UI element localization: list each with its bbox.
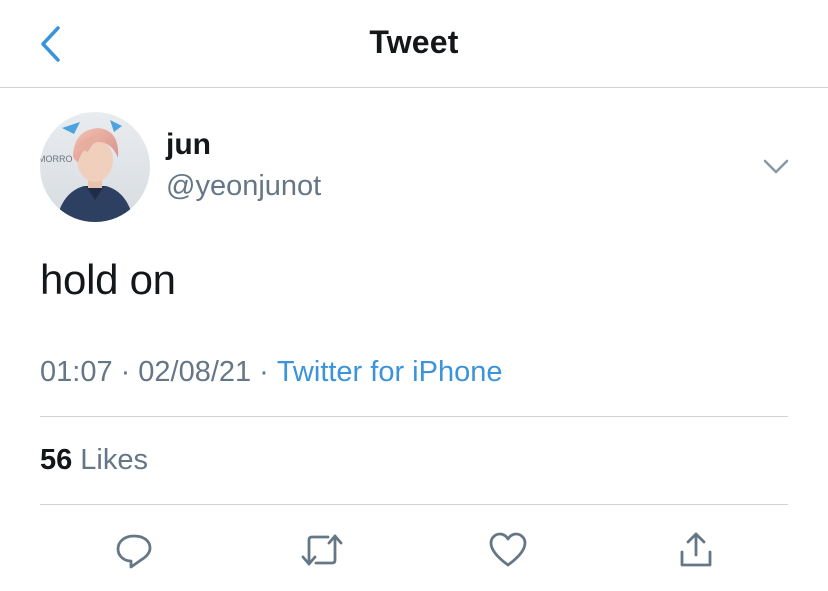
like-icon — [489, 532, 527, 567]
more-options-button[interactable] — [752, 150, 800, 184]
author-name[interactable]: jun — [166, 128, 211, 162]
retweet-icon — [301, 534, 343, 566]
author-handle[interactable]: @yeonjunot — [166, 170, 321, 203]
tweet-date: 02/08/21 — [138, 356, 252, 388]
metadata-separator: · — [120, 356, 131, 388]
tweet-source-link[interactable]: Twitter for iPhone — [277, 356, 503, 388]
page-title: Tweet — [369, 24, 459, 60]
reply-button[interactable] — [110, 526, 158, 574]
top-navigation-bar: Tweet — [0, 0, 828, 88]
chevron-down-icon — [763, 159, 789, 174]
likes-label: Likes — [80, 444, 148, 476]
like-button[interactable] — [484, 526, 532, 574]
share-button[interactable] — [672, 526, 720, 574]
likes-count-link[interactable]: 56 Likes — [40, 444, 148, 477]
avatar[interactable]: MORRO — [40, 112, 150, 222]
avatar-logo-text: MORRO — [40, 154, 73, 164]
retweet-button[interactable] — [298, 526, 346, 574]
tweet-time: 01:07 — [40, 356, 113, 388]
share-icon — [680, 532, 712, 567]
divider — [40, 416, 788, 417]
likes-count: 56 — [40, 444, 73, 476]
avatar-image: MORRO — [40, 112, 150, 222]
metadata-separator: · — [259, 356, 269, 388]
tweet-text: hold on — [40, 256, 176, 303]
reply-icon — [116, 534, 152, 569]
tweet-metadata: 01:07 · 02/08/21 · Twitter for iPhone — [40, 356, 502, 389]
divider — [40, 504, 788, 505]
